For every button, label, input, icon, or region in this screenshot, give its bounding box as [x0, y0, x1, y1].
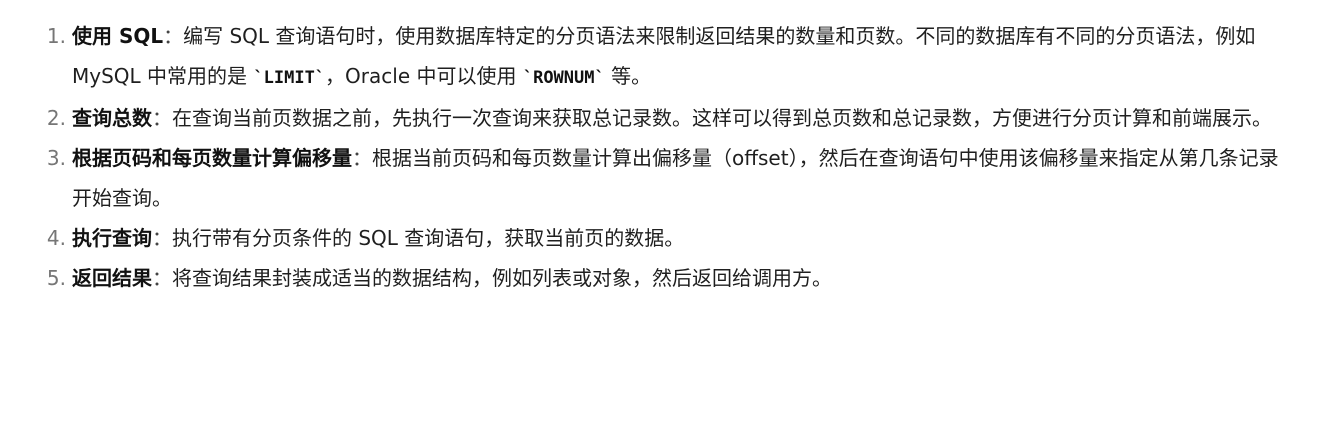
step-title: 返回结果 — [72, 266, 152, 290]
step-separator: ： — [152, 226, 172, 250]
step-text: 执行带有分页条件的 SQL 查询语句，获取当前页的数据。 — [172, 226, 685, 250]
step-title: 根据页码和每页数量计算偏移量 — [72, 146, 352, 170]
step-separator: ： — [152, 106, 172, 130]
list-item: 3. 根据页码和每页数量计算偏移量：根据当前页码和每页数量计算出偏移量（offs… — [47, 138, 1287, 218]
step-text: 编写 SQL 查询语句时，使用数据库特定的分页语法来限制返回结果的数量和页数。不… — [72, 24, 1256, 88]
ordered-list: 1. 使用 SQL：编写 SQL 查询语句时，使用数据库特定的分页语法来限制返回… — [47, 16, 1287, 298]
step-text: ，Oracle 中可以使用 — [325, 64, 523, 88]
inline-code: `LIMIT` — [253, 68, 326, 88]
list-number: 5. — [46, 266, 66, 290]
step-title: 查询总数 — [72, 106, 152, 130]
list-number: 2. — [46, 106, 66, 130]
list-item: 1. 使用 SQL：编写 SQL 查询语句时，使用数据库特定的分页语法来限制返回… — [47, 16, 1287, 98]
step-text: 等。 — [604, 64, 652, 88]
list-number: 1. — [46, 24, 66, 48]
list-number: 4. — [46, 226, 66, 250]
list-item: 4. 执行查询：执行带有分页条件的 SQL 查询语句，获取当前页的数据。 — [47, 218, 1287, 258]
step-separator: ： — [163, 24, 184, 48]
step-title: 执行查询 — [72, 226, 152, 250]
list-item: 5. 返回结果：将查询结果封装成适当的数据结构，例如列表或对象，然后返回给调用方… — [47, 258, 1287, 298]
list-number: 3. — [46, 146, 66, 170]
step-text: 在查询当前页数据之前，先执行一次查询来获取总记录数。这样可以得到总页数和总记录数… — [172, 106, 1272, 130]
step-text: 将查询结果封装成适当的数据结构，例如列表或对象，然后返回给调用方。 — [172, 266, 832, 290]
content-area: 1. 使用 SQL：编写 SQL 查询语句时，使用数据库特定的分页语法来限制返回… — [0, 0, 1327, 298]
list-item: 2. 查询总数：在查询当前页数据之前，先执行一次查询来获取总记录数。这样可以得到… — [47, 98, 1287, 138]
step-separator: ： — [152, 266, 172, 290]
inline-code: `ROWNUM` — [522, 68, 605, 88]
step-title: 使用 SQL — [72, 24, 164, 48]
step-separator: ： — [352, 146, 372, 170]
